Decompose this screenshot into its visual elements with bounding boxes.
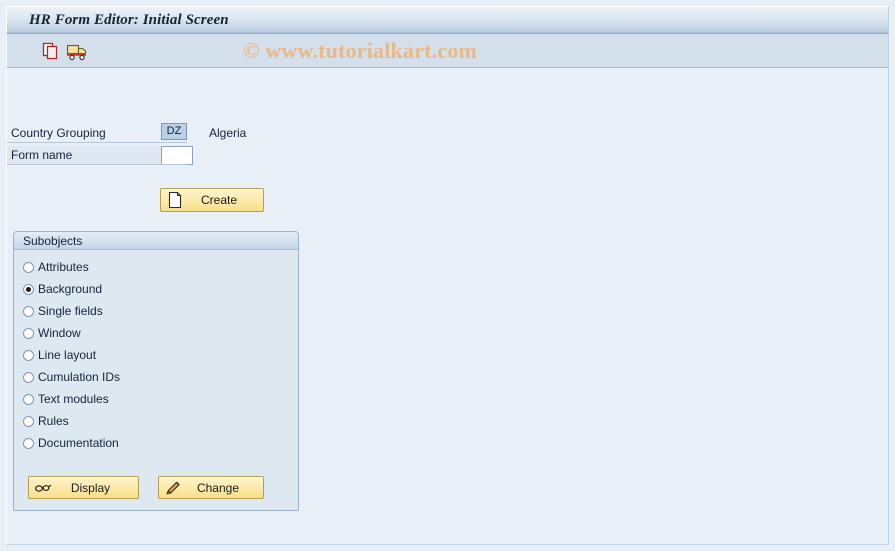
radio-icon	[23, 327, 34, 339]
radio-text-modules[interactable]: Text modules	[23, 390, 109, 408]
glasses-icon	[34, 479, 52, 497]
radio-label: Window	[38, 326, 81, 340]
title-bar: HR Form Editor: Initial Screen	[6, 6, 889, 34]
pencil-icon	[164, 479, 182, 497]
subobjects-panel-header: Subobjects	[14, 232, 298, 250]
radio-rules[interactable]: Rules	[23, 412, 69, 430]
create-button[interactable]: Create	[160, 188, 264, 212]
radio-label: Line layout	[38, 348, 97, 362]
radio-icon	[23, 261, 34, 273]
radio-cumulation-ids[interactable]: Cumulation IDs	[23, 368, 120, 386]
field-underline	[7, 164, 187, 165]
country-grouping-description: Algeria	[209, 126, 247, 140]
radio-icon	[23, 415, 34, 427]
radio-line-layout[interactable]: Line layout	[23, 346, 96, 364]
copy-icon[interactable]	[39, 39, 63, 63]
country-grouping-input[interactable]: DZ	[161, 123, 187, 140]
radio-documentation[interactable]: Documentation	[23, 434, 119, 452]
change-button[interactable]: Change	[158, 476, 264, 499]
form-name-input[interactable]	[161, 146, 193, 165]
radio-icon	[23, 371, 34, 383]
subobjects-title: Subobjects	[23, 234, 83, 248]
application-window: HR Form Editor: Initial Screen © www.tut…	[0, 0, 895, 551]
new-document-icon	[166, 191, 184, 209]
radio-icon	[23, 437, 34, 449]
field-underline	[7, 142, 187, 143]
country-grouping-row: Country Grouping DZ	[7, 123, 187, 143]
display-button[interactable]: Display	[28, 476, 139, 499]
radio-label: Cumulation IDs	[38, 370, 121, 384]
radio-single-fields[interactable]: Single fields	[23, 302, 103, 320]
radio-icon-selected	[23, 283, 34, 295]
radio-background[interactable]: Background	[23, 280, 102, 298]
subobjects-panel: Subobjects Attributes Background Single …	[13, 231, 299, 511]
truck-icon[interactable]	[65, 39, 89, 63]
radio-label: Documentation	[38, 436, 119, 450]
radio-window[interactable]: Window	[23, 324, 81, 342]
radio-label: Text modules	[38, 392, 109, 406]
main-content: Country Grouping DZ Algeria Form name Cr…	[6, 68, 889, 545]
watermark-text: © www.tutorialkart.com	[243, 38, 478, 63]
form-name-label: Form name	[11, 148, 73, 162]
radio-label: Rules	[38, 414, 69, 428]
radio-label: Single fields	[38, 304, 103, 318]
country-grouping-label: Country Grouping	[11, 126, 106, 140]
radio-label: Attributes	[38, 260, 89, 274]
radio-icon	[23, 305, 34, 317]
radio-label: Background	[38, 282, 103, 296]
form-name-row: Form name	[7, 146, 193, 165]
radio-attributes[interactable]: Attributes	[23, 258, 89, 276]
radio-icon	[23, 393, 34, 405]
page-title: HR Form Editor: Initial Screen	[29, 12, 229, 28]
radio-icon	[23, 349, 34, 361]
